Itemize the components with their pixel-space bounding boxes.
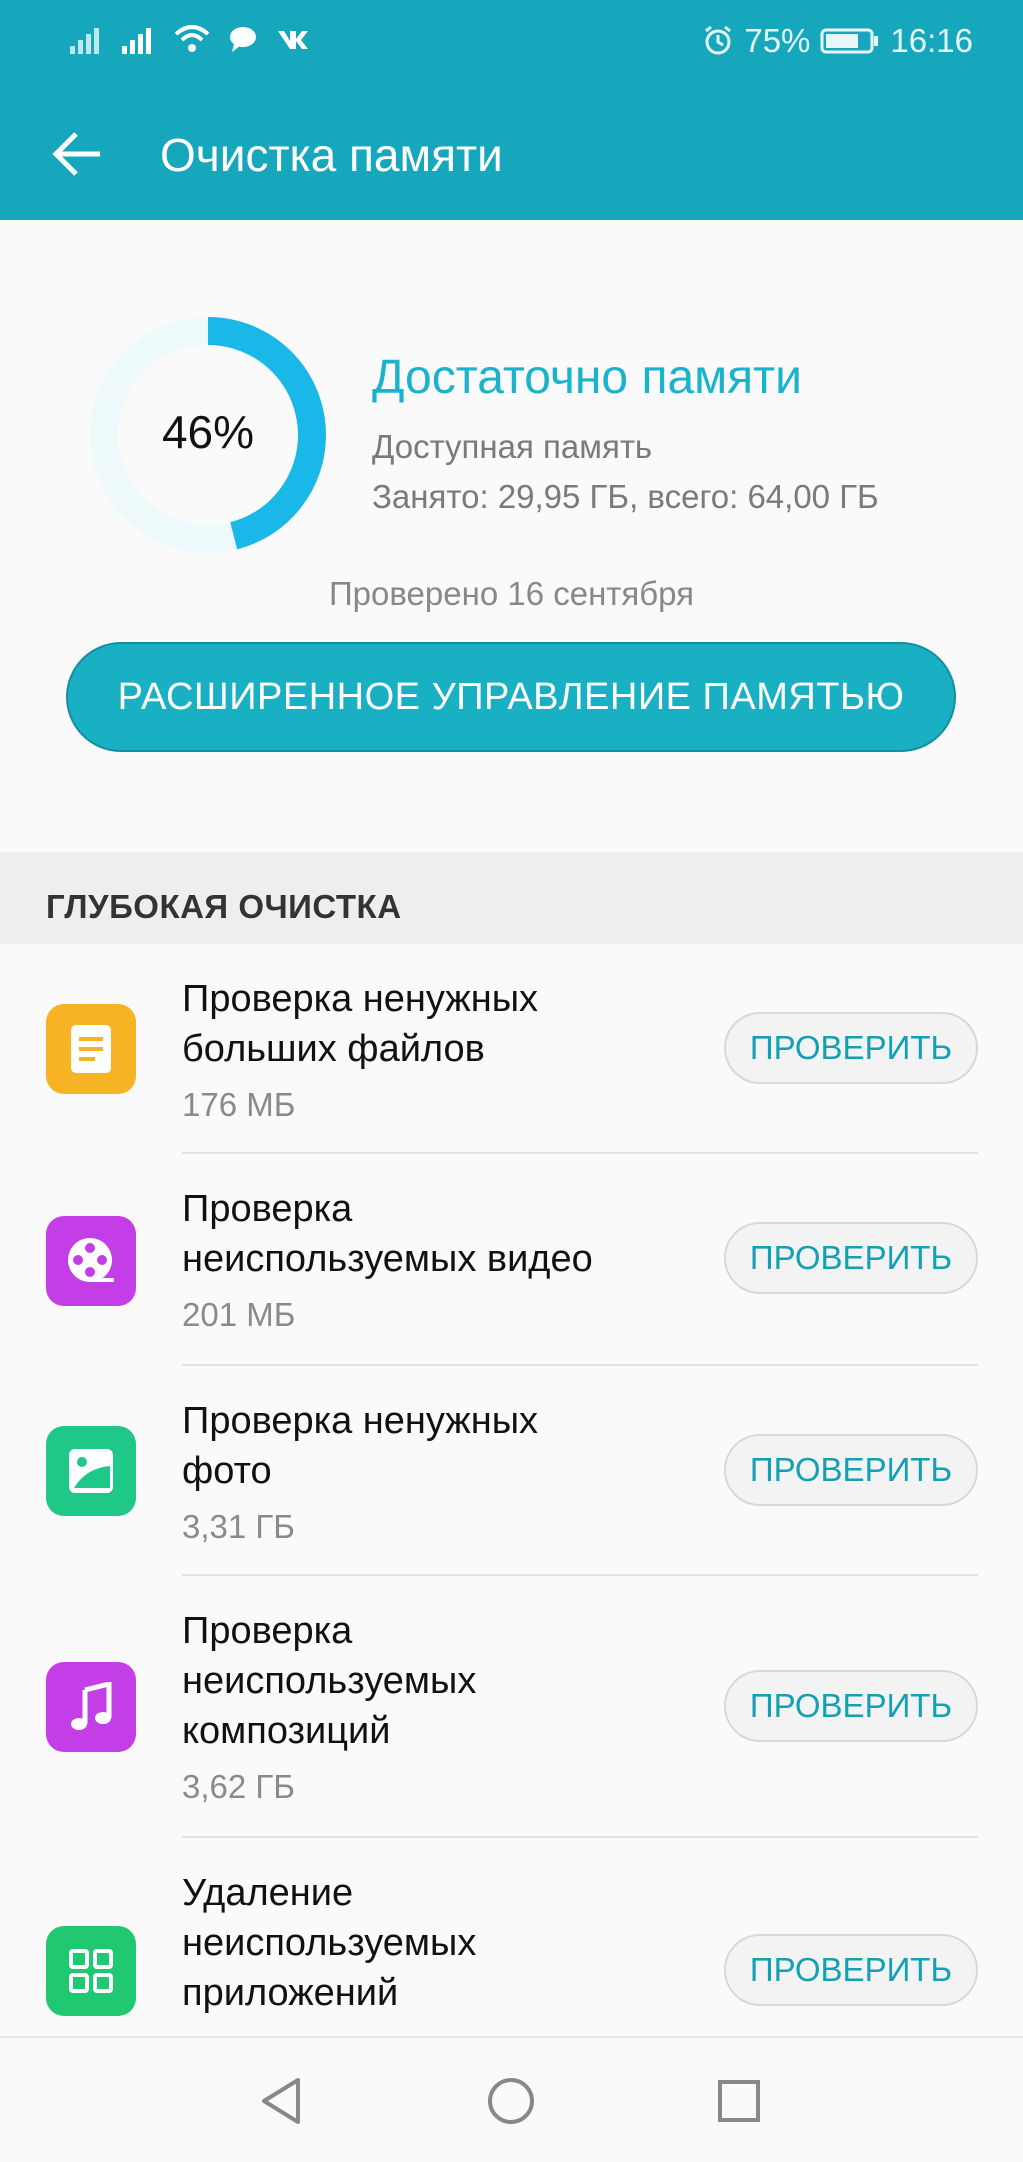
section-title: ГЛУБОКАЯ ОЧИСТКА [46,888,402,925]
clock: 16:16 [890,22,973,59]
status-bar: 75% 16:16 [0,0,1023,88]
navigation-bar [0,2036,1023,2162]
alarm-icon [705,25,732,55]
message-icon [230,27,256,52]
signal-sim1-icon [70,28,99,54]
list-item: Удаление неиспользуемых приложений ПРОВЕРИ… [0,1838,1023,2036]
photo-icon [46,1426,136,1516]
item-title: Удаление неиспользуемых приложений [182,1872,477,2014]
nav-home-icon[interactable] [486,2076,536,2126]
advanced-storage-button[interactable]: РАСШИРЕННОЕ УПРАВЛЕНИЕ ПАМЯТЬЮ [66,642,956,752]
last-checked: Проверено 16 сентября [328,575,695,612]
list-item: Проверка неиспользуемых видео 201 МБ ПРОВ… [0,1154,1023,1366]
storage-summary: 46% Достаточно памяти Доступная память З… [0,220,1023,852]
item-size: 176 МБ [182,1086,296,1123]
check-button[interactable]: ПРОВЕРИТЬ [724,1012,978,1084]
list-item: Проверка неиспользуемых композиций 3,62 ГБ… [0,1576,1023,1838]
check-button[interactable]: ПРОВЕРИТЬ [724,1934,978,2006]
item-size: 201 МБ [182,1296,296,1333]
nav-recents-icon[interactable] [716,2078,762,2124]
document-icon [46,1004,136,1094]
item-size: 3,62 ГБ [182,1768,295,1805]
item-title: Проверка неиспользуемых видео [182,1188,593,1280]
usage-text: Занято: 29,95 ГБ, всего: 64,00 ГБ [372,478,879,515]
item-title: Проверка ненужных больших файлов [182,978,539,1070]
app-bar: Очистка памяти [0,88,1023,220]
check-button[interactable]: ПРОВЕРИТЬ [724,1434,978,1506]
wifi-icon [174,25,210,52]
apps-grid-icon [46,1926,136,2016]
status-icons-right: 75% 16:16 [702,22,973,60]
battery-icon [820,28,879,54]
arrow-left-icon[interactable] [48,124,108,184]
vk-icon [278,31,308,49]
list-item: Проверка ненужных больших файлов 176 МБ П… [0,944,1023,1154]
list-item: Проверка ненужных фото 3,31 ГБ ПРОВЕРИТЬ [0,1366,1023,1576]
deep-clean-list: Проверка ненужных больших файлов 176 МБ П… [0,944,1023,2036]
check-button[interactable]: ПРОВЕРИТЬ [724,1670,978,1742]
storage-status: Достаточно памяти [372,351,802,404]
film-reel-icon [46,1216,136,1306]
check-button[interactable]: ПРОВЕРИТЬ [724,1222,978,1294]
available-label: Доступная память [372,428,653,465]
section-header: ГЛУБОКАЯ ОЧИСТКА [0,852,1023,944]
page-title: Очистка памяти [160,129,503,181]
battery-percent: 75% [744,22,811,59]
item-size: 3,31 ГБ [182,1508,295,1545]
item-title: Проверка ненужных фото [182,1400,539,1492]
item-title: Проверка неиспользуемых композиций [182,1610,477,1752]
nav-back-icon[interactable] [258,2076,304,2126]
status-icons-left [70,24,310,54]
signal-sim2-icon [122,28,151,54]
music-note-icon [46,1662,136,1752]
usage-percent: 46% [161,406,255,458]
